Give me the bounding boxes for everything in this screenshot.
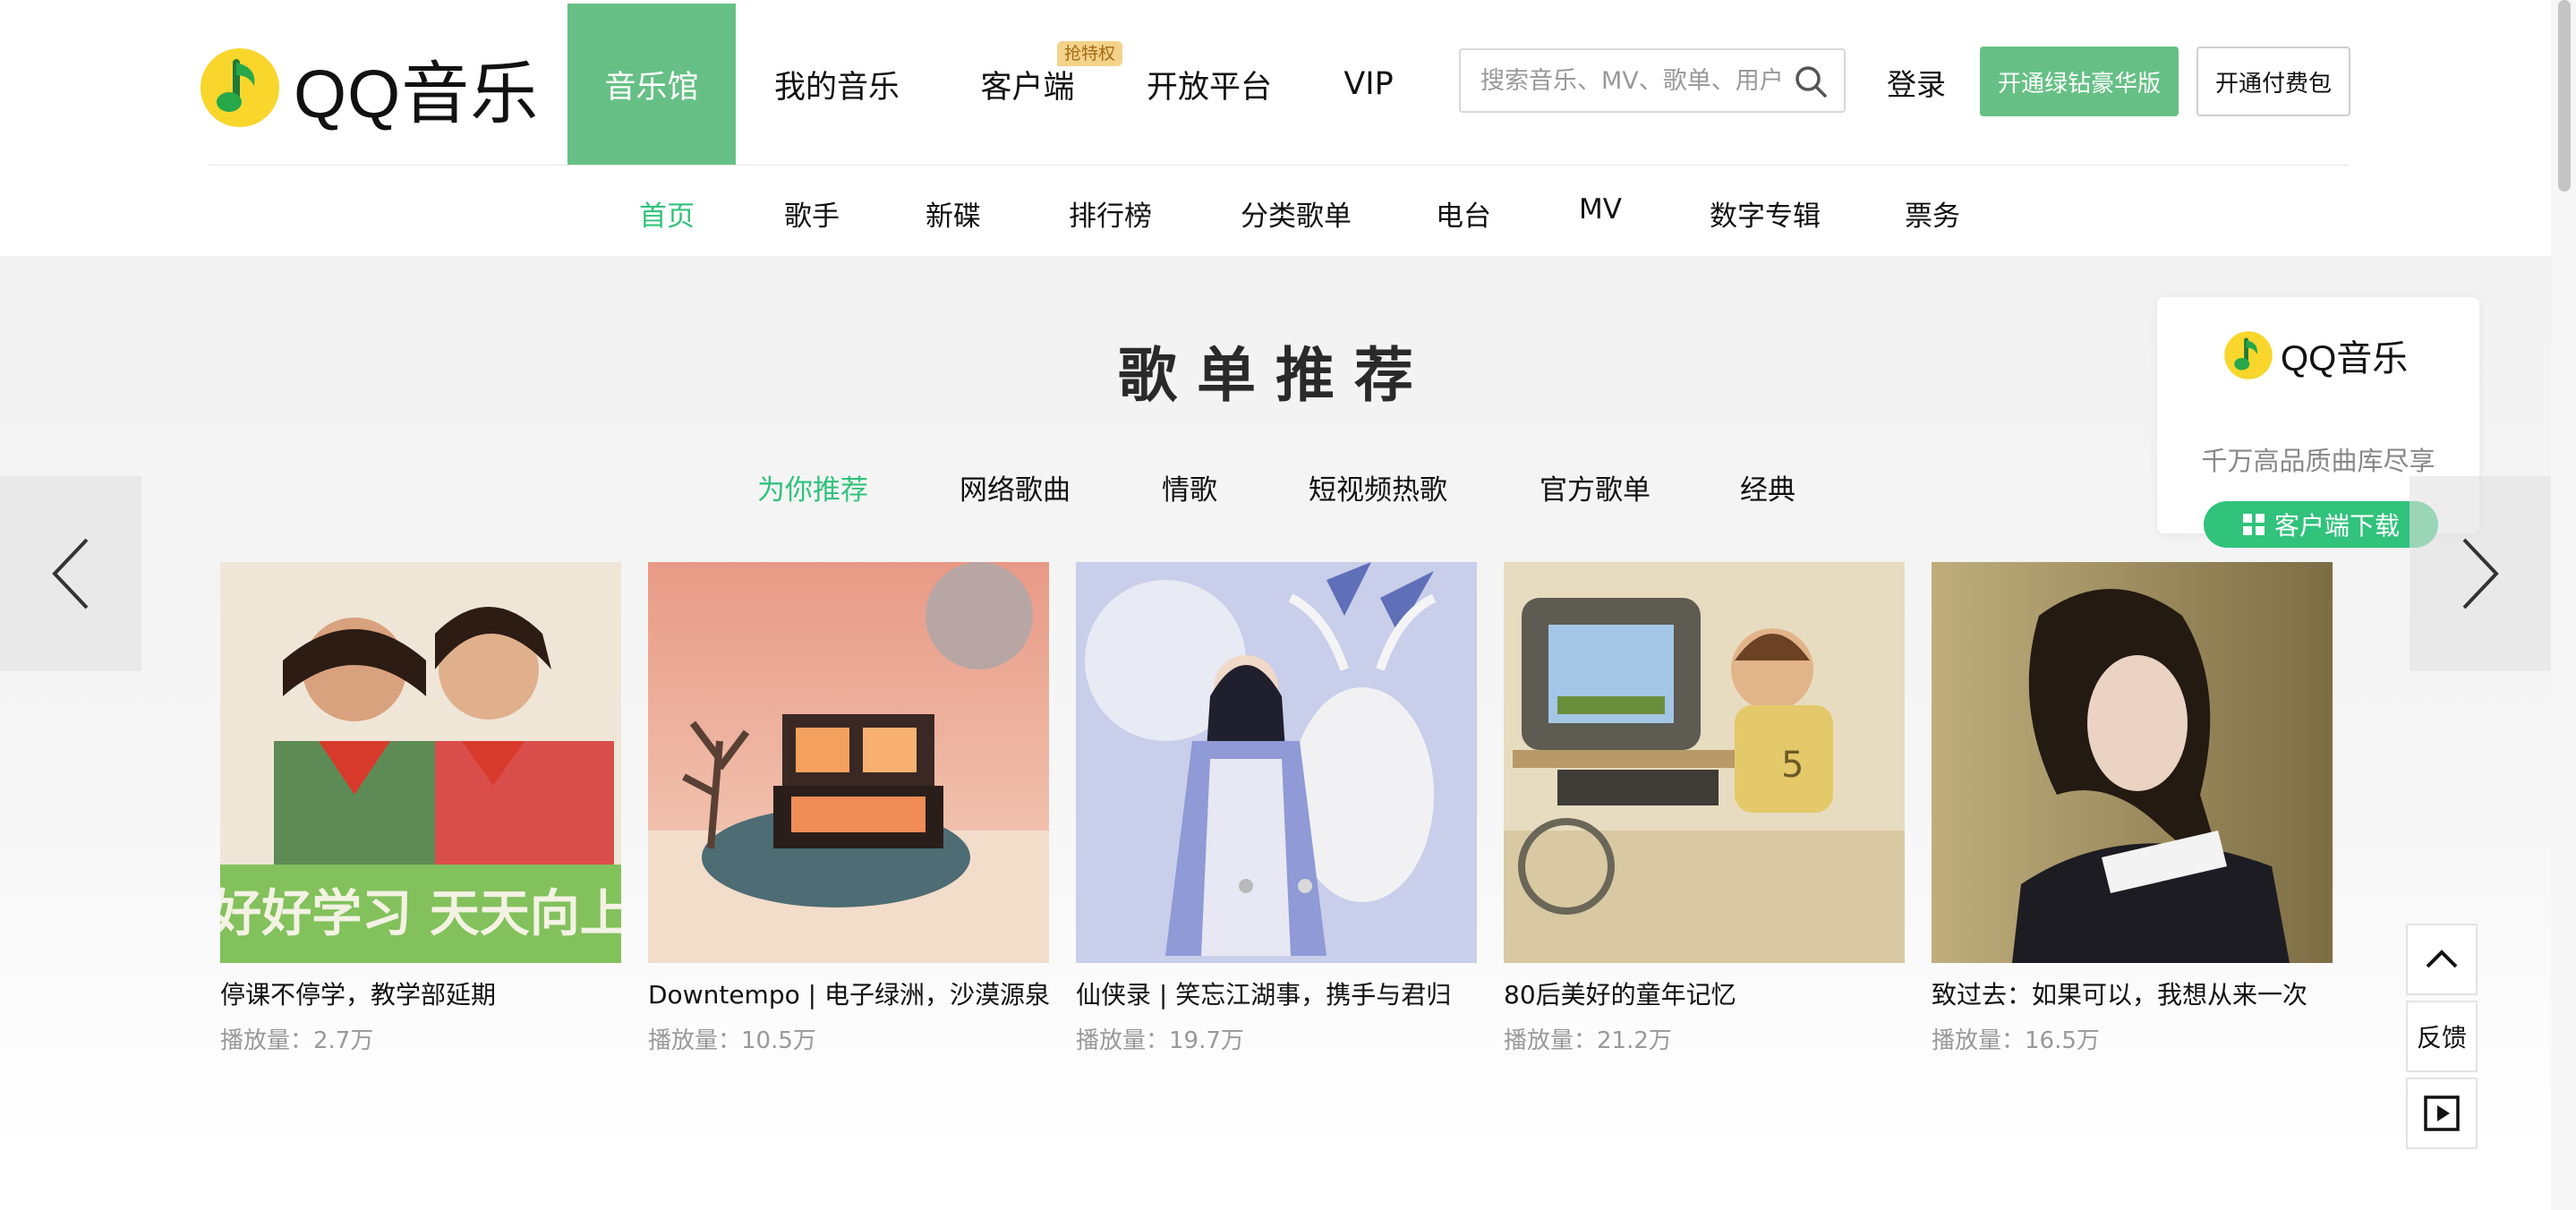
login-link[interactable]: 登录 [1887, 61, 1946, 104]
search-box [1459, 48, 1846, 113]
playlist-cover[interactable] [648, 562, 1049, 963]
chevron-left-icon [52, 538, 89, 609]
promo-logo: QQ音乐 [2223, 329, 2408, 381]
tab-internet-songs[interactable]: 网络歌曲 [960, 467, 1070, 507]
sub-nav: 首页 歌手 新碟 排行榜 分类歌单 电台 MV 数字专辑 票务 [0, 166, 2551, 256]
playlist-title[interactable]: Downtempo | 电子绿洲，沙漠源泉 [648, 976, 1049, 1011]
playlist-card[interactable]: 5 80后美好的童年记忆 播放量：21.2万 [1504, 562, 1905, 1055]
client-download-label: 客户端下载 [2273, 511, 2400, 541]
sub-nav-category-playlists[interactable]: 分类歌单 [1241, 193, 1352, 234]
cover-slogan: 好好学习 天天向上 [220, 885, 621, 943]
sub-nav-digital-albums[interactable]: 数字专辑 [1710, 193, 1821, 234]
nav-vip-label: VIP [1343, 66, 1394, 102]
playlist-cover[interactable]: 好好学习 天天向上 [220, 562, 621, 963]
playlist-play-count: 播放量：21.2万 [1504, 1027, 1672, 1054]
playlist-play-count: 播放量：10.5万 [648, 1027, 816, 1054]
qq-music-logo[interactable]: QQ音乐 [199, 45, 539, 132]
playlist-title[interactable]: 80后美好的童年记忆 [1504, 976, 1905, 1011]
nav-my-music-label: 我的音乐 [773, 69, 900, 106]
playlist-play-count: 播放量：2.7万 [220, 1027, 374, 1054]
back-to-top-button[interactable] [2406, 924, 2478, 995]
nav-music-hall[interactable]: 音乐馆 [567, 4, 736, 165]
nav-client[interactable]: 客户端 抢特权 [938, 4, 1122, 165]
search-icon[interactable] [1794, 64, 1828, 98]
music-note-logo-icon [200, 48, 279, 127]
tab-classics[interactable]: 经典 [1740, 467, 1796, 507]
sub-nav-charts[interactable]: 排行榜 [1069, 193, 1152, 234]
nav-my-music[interactable]: 我的音乐 [736, 4, 938, 165]
playlist-card[interactable]: Downtempo | 电子绿洲，沙漠源泉 播放量：10.5万 [648, 562, 1049, 1055]
grid-icon [2242, 514, 2265, 535]
header-divider [209, 165, 2349, 166]
nav-client-label: 客户端 [980, 69, 1075, 106]
svg-text:5: 5 [1781, 745, 1804, 786]
playlist-cover[interactable] [1076, 562, 1477, 963]
playlist-card[interactable]: 好好学习 天天向上 停课不停学，教学部延期 播放量：2.7万 [220, 562, 621, 1055]
playlist-play-count: 播放量：19.7万 [1076, 1027, 1244, 1054]
playlist-card[interactable]: 致过去：如果可以，我想从来一次 播放量：16.5万 [1932, 562, 2333, 1055]
tab-love-songs[interactable]: 情歌 [1162, 467, 1217, 507]
nav-open-platform-label: 开放平台 [1146, 69, 1272, 106]
sub-nav-home[interactable]: 首页 [639, 193, 695, 234]
carousel-dot-2[interactable] [1298, 879, 1312, 893]
feedback-button[interactable]: 反馈 [2406, 1001, 2478, 1072]
paid-package-button[interactable]: 开通付费包 [2196, 47, 2350, 116]
header: QQ音乐 音乐馆 我的音乐 客户端 抢特权 开放平台 VIP 登录 开通绿钻豪华… [0, 0, 2551, 256]
playlist-card[interactable]: 仙侠录 | 笑忘江湖事，携手与君归 播放量：19.7万 [1076, 562, 1477, 1055]
scrollbar-thumb[interactable] [2558, 0, 2571, 192]
nav-music-hall-label: 音乐馆 [604, 69, 699, 106]
playlist-title[interactable]: 致过去：如果可以，我想从来一次 [1932, 976, 2333, 1011]
carousel-pagination [1239, 879, 1357, 893]
tab-for-you[interactable]: 为你推荐 [757, 467, 868, 507]
promo-logo-text: QQ音乐 [2281, 339, 2409, 379]
playlist-recommend-section: 歌单推荐 为你推荐 网络歌曲 情歌 短视频热歌 官方歌单 经典 QQ音乐 千万高… [0, 256, 2551, 1210]
main-nav: 音乐馆 我的音乐 客户端 抢特权 开放平台 VIP [567, 4, 1436, 165]
play-mini-button[interactable] [2406, 1078, 2478, 1149]
client-download-button[interactable]: 客户端下载 [2204, 501, 2438, 548]
carousel-next-button[interactable] [2410, 476, 2551, 671]
carousel-dot-1[interactable] [1239, 879, 1253, 893]
playlist-title[interactable]: 仙侠录 | 笑忘江湖事，携手与君归 [1076, 976, 1477, 1011]
nav-vip[interactable]: VIP [1301, 4, 1436, 165]
carousel-prev-button[interactable] [0, 476, 141, 671]
tab-short-video-hits[interactable]: 短视频热歌 [1309, 467, 1447, 507]
playlist-play-count: 播放量：16.5万 [1932, 1027, 2100, 1054]
side-tools: 反馈 [2406, 924, 2478, 1155]
chevron-up-icon [2426, 950, 2458, 968]
play-icon [2424, 1095, 2460, 1131]
privilege-badge: 抢特权 [1056, 41, 1122, 66]
page-scrollbar[interactable] [2551, 0, 2576, 1210]
playlist-cover[interactable]: 5 [1504, 562, 1905, 963]
sub-nav-mv[interactable]: MV [1579, 193, 1622, 226]
sub-nav-new-albums[interactable]: 新碟 [925, 193, 981, 234]
chevron-right-icon [2462, 538, 2499, 609]
sub-nav-radio[interactable]: 电台 [1436, 193, 1491, 234]
music-note-logo-icon [2224, 331, 2273, 379]
sub-nav-singers[interactable]: 歌手 [784, 193, 840, 234]
sub-nav-tickets[interactable]: 票务 [1905, 193, 1960, 234]
playlist-cover[interactable] [1932, 562, 2333, 963]
search-input[interactable] [1479, 65, 1804, 96]
tab-official-playlists[interactable]: 官方歌单 [1540, 467, 1651, 507]
logo-text: QQ音乐 [294, 56, 540, 132]
playlist-title[interactable]: 停课不停学，教学部延期 [220, 976, 621, 1011]
nav-open-platform[interactable]: 开放平台 [1117, 4, 1301, 165]
green-diamond-button[interactable]: 开通绿钻豪华版 [1980, 47, 2179, 116]
promo-subtitle: 千万高品质曲库尽享 [2201, 446, 2435, 476]
feedback-label: 反馈 [2416, 1023, 2467, 1052]
